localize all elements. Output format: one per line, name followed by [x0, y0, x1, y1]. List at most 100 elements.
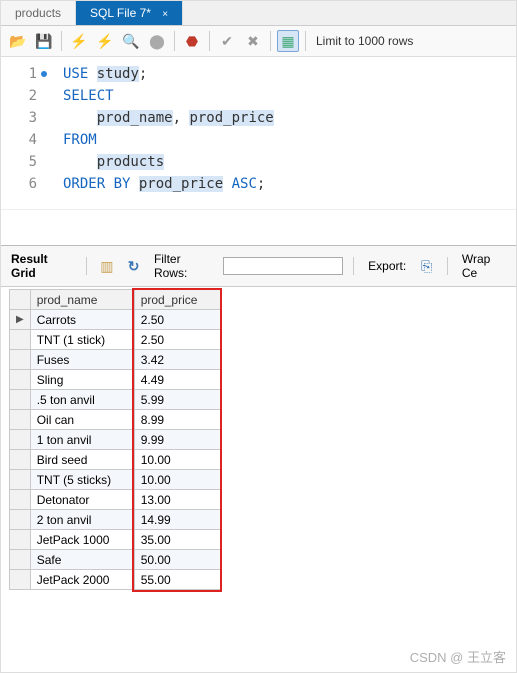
sql-editor[interactable]: 123456 USE study;SELECT prod_name, prod_…: [1, 57, 516, 209]
toggle-limit-button[interactable]: ▦: [277, 30, 299, 52]
line-number: 4: [1, 129, 37, 151]
limit-rows-label[interactable]: Limit to 1000 rows: [316, 34, 413, 48]
line-number: 6: [1, 173, 37, 195]
code-line[interactable]: prod_name, prod_price: [63, 107, 516, 129]
column-header-prod-name[interactable]: prod_name: [30, 290, 134, 310]
execute-current-button[interactable]: ⚡: [94, 30, 116, 52]
cell-prod-name[interactable]: Safe: [30, 550, 134, 570]
stop-button[interactable]: ⬤: [146, 30, 168, 52]
commit-button[interactable]: ✔: [216, 30, 238, 52]
tab-label: products: [15, 6, 61, 20]
code-line[interactable]: SELECT: [63, 85, 516, 107]
separator: [447, 257, 448, 275]
code-line[interactable]: FROM: [63, 129, 516, 151]
separator: [305, 31, 306, 51]
row-marker: [10, 330, 31, 350]
row-marker: [10, 350, 31, 370]
magnifier-icon: 🔍: [122, 34, 139, 48]
cell-prod-price[interactable]: 50.00: [134, 550, 220, 570]
cell-prod-price[interactable]: 4.49: [134, 370, 220, 390]
result-columns-button[interactable]: ▥: [97, 255, 118, 277]
cell-prod-price[interactable]: 8.99: [134, 410, 220, 430]
table-row[interactable]: TNT (1 stick)2.50: [10, 330, 221, 350]
columns-icon: ▥: [100, 259, 113, 273]
table-row[interactable]: Safe50.00: [10, 550, 221, 570]
row-header-blank: [10, 290, 31, 310]
cell-prod-name[interactable]: TNT (1 stick): [30, 330, 134, 350]
execute-button[interactable]: ⚡: [68, 30, 90, 52]
code-area[interactable]: USE study;SELECT prod_name, prod_priceFR…: [45, 63, 516, 195]
table-row[interactable]: Fuses3.42: [10, 350, 221, 370]
cell-prod-price[interactable]: 9.99: [134, 430, 220, 450]
rollback-button[interactable]: ✖: [242, 30, 264, 52]
cell-prod-name[interactable]: Carrots: [30, 310, 134, 330]
row-marker: [10, 570, 31, 590]
cell-prod-price[interactable]: 2.50: [134, 330, 220, 350]
tab-label: SQL File 7*: [90, 6, 151, 20]
column-header-prod-price[interactable]: prod_price: [134, 290, 220, 310]
separator: [270, 31, 271, 51]
row-marker: [10, 550, 31, 570]
lightning-icon: ⚡: [70, 34, 87, 48]
table-row[interactable]: TNT (5 sticks)10.00: [10, 470, 221, 490]
table-row[interactable]: JetPack 200055.00: [10, 570, 221, 590]
cell-prod-price[interactable]: 14.99: [134, 510, 220, 530]
cell-prod-name[interactable]: Sling: [30, 370, 134, 390]
toggle-autocommit-button[interactable]: ⬣: [181, 30, 203, 52]
close-icon[interactable]: ×: [162, 9, 168, 20]
open-button[interactable]: 📂: [7, 30, 29, 52]
cell-prod-price[interactable]: 10.00: [134, 450, 220, 470]
cell-prod-price[interactable]: 5.99: [134, 390, 220, 410]
lightning-cursor-icon: ⚡: [96, 34, 113, 48]
tab-products[interactable]: products: [1, 1, 76, 25]
cell-prod-name[interactable]: 2 ton anvil: [30, 510, 134, 530]
cell-prod-price[interactable]: 35.00: [134, 530, 220, 550]
cell-prod-price[interactable]: 10.00: [134, 470, 220, 490]
code-line[interactable]: products: [63, 151, 516, 173]
cell-prod-name[interactable]: 1 ton anvil: [30, 430, 134, 450]
cell-prod-name[interactable]: Detonator: [30, 490, 134, 510]
cell-prod-name[interactable]: Oil can: [30, 410, 134, 430]
export-label: Export:: [364, 257, 410, 275]
code-line[interactable]: USE study;: [63, 63, 516, 85]
cell-prod-price[interactable]: 13.00: [134, 490, 220, 510]
cell-prod-name[interactable]: Bird seed: [30, 450, 134, 470]
line-number: 5: [1, 151, 37, 173]
table-row[interactable]: ▶Carrots2.50: [10, 310, 221, 330]
table-row[interactable]: Sling4.49: [10, 370, 221, 390]
cell-prod-price[interactable]: 2.50: [134, 310, 220, 330]
separator: [209, 31, 210, 51]
save-button[interactable]: 💾: [33, 30, 55, 52]
tab-sql-file[interactable]: SQL File 7* ×: [76, 1, 183, 25]
table-row[interactable]: Bird seed10.00: [10, 450, 221, 470]
table-row[interactable]: .5 ton anvil5.99: [10, 390, 221, 410]
folder-icon: 📂: [9, 34, 26, 48]
table-row[interactable]: Oil can8.99: [10, 410, 221, 430]
table-row[interactable]: JetPack 100035.00: [10, 530, 221, 550]
cell-prod-price[interactable]: 3.42: [134, 350, 220, 370]
code-line[interactable]: ORDER BY prod_price ASC;: [63, 173, 516, 195]
table-row[interactable]: Detonator13.00: [10, 490, 221, 510]
results-grid-wrap: prod_name prod_price ▶Carrots2.50TNT (1 …: [1, 287, 516, 593]
badge-icon: ⬣: [186, 34, 198, 48]
cell-prod-price[interactable]: 55.00: [134, 570, 220, 590]
explain-button[interactable]: 🔍: [120, 30, 142, 52]
row-marker: [10, 390, 31, 410]
refresh-button[interactable]: ↻: [123, 255, 144, 277]
row-marker: ▶: [10, 310, 31, 330]
separator: [61, 31, 62, 51]
row-marker: [10, 410, 31, 430]
cell-prod-name[interactable]: .5 ton anvil: [30, 390, 134, 410]
table-row[interactable]: 1 ton anvil9.99: [10, 430, 221, 450]
modified-dot-icon: [41, 71, 47, 77]
cell-prod-name[interactable]: TNT (5 sticks): [30, 470, 134, 490]
separator: [174, 31, 175, 51]
cell-prod-name[interactable]: JetPack 2000: [30, 570, 134, 590]
results-grid[interactable]: prod_name prod_price ▶Carrots2.50TNT (1 …: [9, 289, 221, 590]
cell-prod-name[interactable]: Fuses: [30, 350, 134, 370]
filter-rows-input[interactable]: [223, 257, 343, 275]
export-button[interactable]: ⎘: [416, 255, 437, 277]
cell-prod-name[interactable]: JetPack 1000: [30, 530, 134, 550]
table-row[interactable]: 2 ton anvil14.99: [10, 510, 221, 530]
line-number: 2: [1, 85, 37, 107]
